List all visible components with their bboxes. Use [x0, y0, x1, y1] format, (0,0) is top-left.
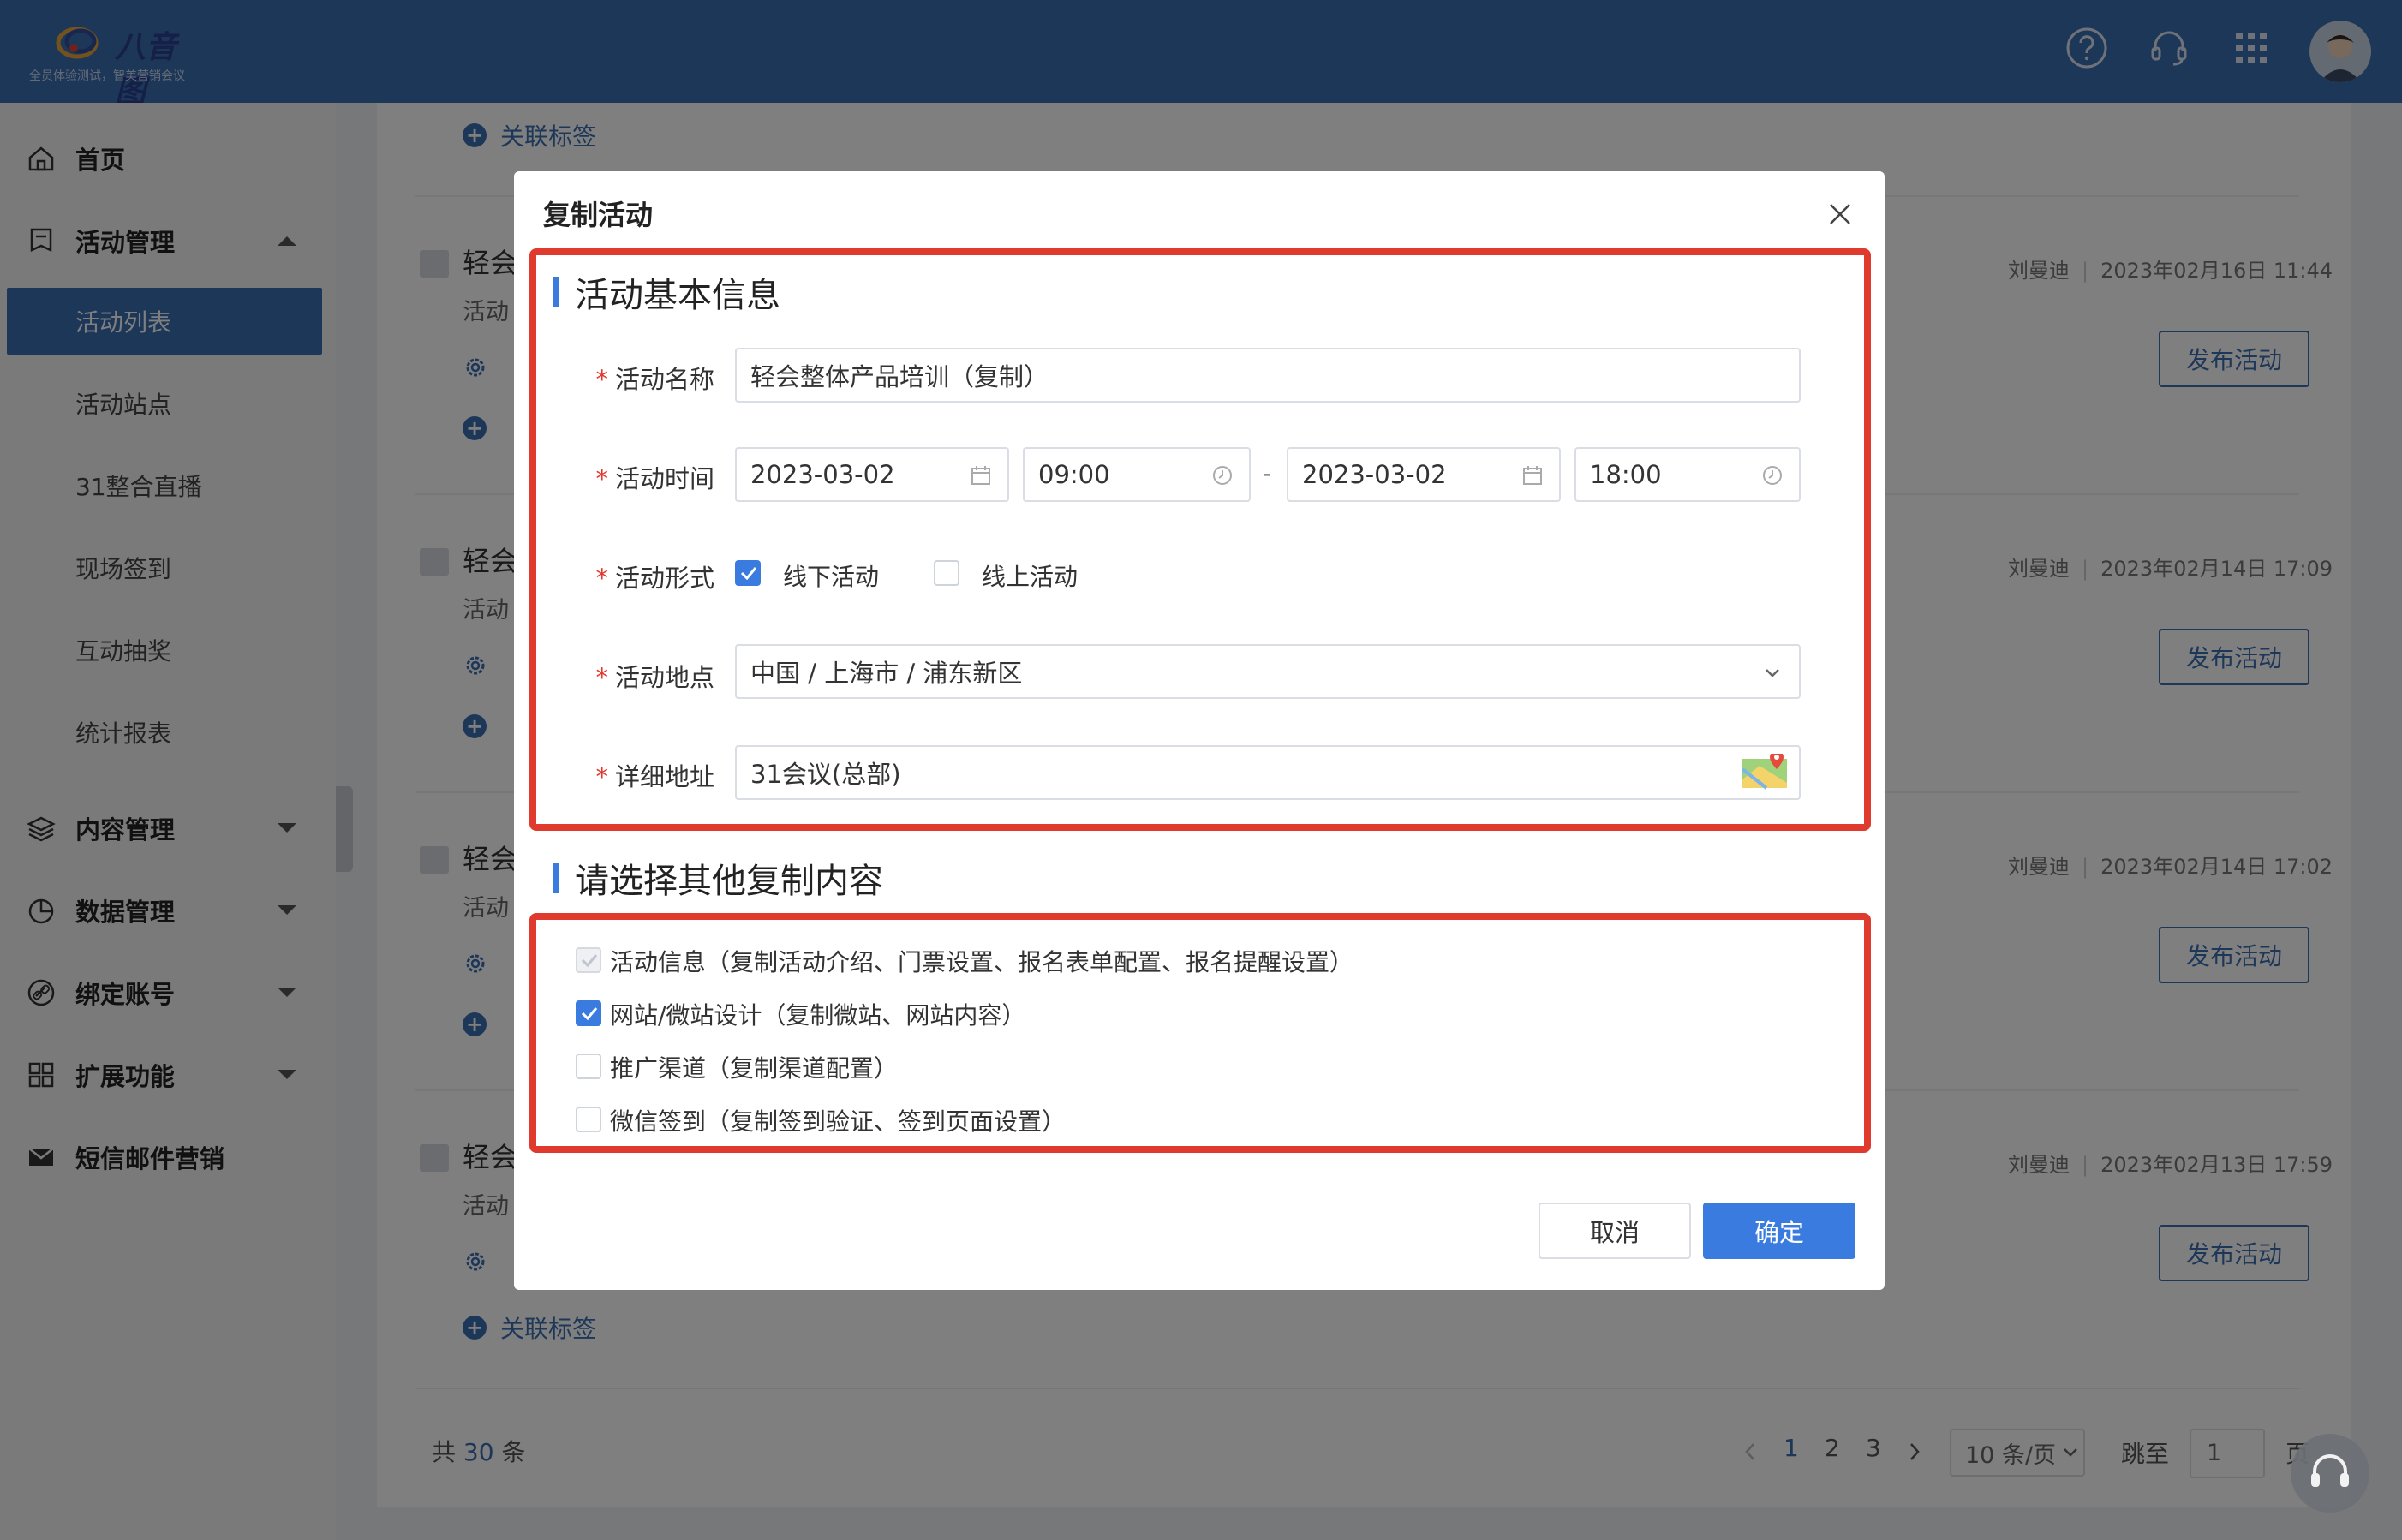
chevron-down-icon: [1766, 669, 1779, 677]
check-icon: [581, 954, 598, 967]
calendar-icon: [1523, 466, 1542, 485]
offline-label[interactable]: 线下活动: [783, 558, 879, 593]
online-label[interactable]: 线上活动: [982, 558, 1078, 593]
option-label-site-design[interactable]: 网站/微站设计（复制微站、网站内容）: [610, 997, 1025, 1031]
cancel-button[interactable]: 取消: [1539, 1203, 1691, 1259]
highlight-box-basic-info: [529, 248, 1871, 831]
clock-icon: [1213, 466, 1232, 485]
check-icon: [581, 1007, 598, 1020]
activity-name-input[interactable]: 轻会整体产品培训（复制）: [735, 348, 1801, 403]
field-label-text: 活动时间: [614, 464, 714, 493]
option-checkbox-channels[interactable]: [576, 1054, 601, 1079]
float-support-button[interactable]: [2291, 1434, 2369, 1513]
option-checkbox-wechat-checkin[interactable]: [576, 1107, 601, 1132]
option-label-wechat-checkin[interactable]: 微信签到（复制签到验证、签到页面设置）: [610, 1103, 1066, 1137]
end-date-value: 2023-03-02: [1302, 460, 1447, 489]
option-label-activity-info: 活动信息（复制活动介绍、门票设置、报名表单配置、报名提醒设置）: [610, 948, 1354, 976]
check-icon: [740, 567, 757, 580]
start-time-value: 09:00: [1038, 460, 1110, 489]
end-time-value: 18:00: [1590, 460, 1662, 489]
start-date-input[interactable]: 2023-03-02: [735, 447, 1009, 502]
section-title-text: 活动基本信息: [575, 276, 780, 315]
start-time-input[interactable]: 09:00: [1023, 447, 1251, 502]
confirm-button[interactable]: 确定: [1703, 1203, 1855, 1259]
calendar-icon: [971, 466, 990, 485]
address-value: 31会议(总部): [750, 760, 901, 789]
section-accent-bar: [553, 863, 559, 893]
section-title-text: 请选择其他复制内容: [575, 862, 883, 901]
location-value: 中国 / 上海市 / 浦东新区: [750, 659, 1023, 688]
activity-time-label: * 活动时间: [595, 464, 714, 493]
section-title-other: 请选择其他复制内容: [553, 853, 883, 903]
section-title-basic: 活动基本信息: [553, 267, 780, 317]
offline-checkbox[interactable]: [735, 560, 761, 586]
headset-icon: [2311, 1454, 2349, 1487]
field-label-text: 活动地点: [614, 663, 714, 692]
field-label-text: 活动名称: [614, 365, 714, 394]
end-date-input[interactable]: 2023-03-02: [1287, 447, 1561, 502]
clock-icon: [1763, 466, 1782, 485]
activity-format-label: * 活动形式: [595, 564, 714, 593]
end-time-input[interactable]: 18:00: [1574, 447, 1801, 502]
start-date-value: 2023-03-02: [750, 460, 895, 489]
option-checkbox-site-design[interactable]: [576, 1000, 601, 1026]
copy-activity-dialog: 复制活动 活动基本信息 * 活动名称 轻会整体产品培训（复制） * 活动时间 202…: [514, 171, 1885, 1290]
online-checkbox[interactable]: [934, 560, 959, 586]
field-label-text: 详细地址: [614, 762, 714, 791]
activity-location-label: * 活动地点: [595, 663, 714, 692]
dialog-title: 复制活动: [543, 199, 654, 231]
location-cascader[interactable]: 中国 / 上海市 / 浦东新区: [735, 644, 1801, 699]
activity-name-label: * 活动名称: [595, 365, 714, 394]
close-icon[interactable]: [1826, 200, 1854, 228]
field-label-text: 活动形式: [614, 564, 714, 593]
range-separator: -: [1263, 459, 1272, 487]
detail-address-input[interactable]: 31会议(总部): [735, 745, 1801, 800]
detail-address-label: * 详细地址: [595, 762, 714, 791]
section-accent-bar: [553, 277, 559, 307]
option-checkbox-activity-info: [576, 947, 601, 973]
map-pin-icon[interactable]: [1741, 754, 1789, 791]
option-label-channels[interactable]: 推广渠道（复制渠道配置）: [610, 1050, 898, 1084]
